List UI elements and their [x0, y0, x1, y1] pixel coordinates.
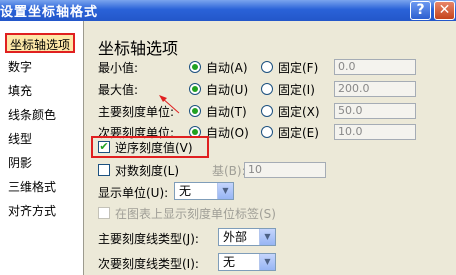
- base-value-input[interactable]: 10: [244, 162, 326, 178]
- sidebar-item-alignment[interactable]: 对齐方式: [8, 201, 56, 221]
- sidebar-item-axis-options[interactable]: 坐标轴选项: [5, 33, 76, 53]
- base-label: 基(B):: [212, 164, 246, 178]
- sidebar-item-number[interactable]: 数字: [8, 57, 32, 77]
- display-unit-select[interactable]: 无 ▼: [174, 182, 234, 200]
- chevron-down-icon: ▼: [217, 183, 233, 199]
- chevron-down-icon: ▼: [259, 254, 275, 270]
- log-scale-checkbox[interactable]: [98, 164, 110, 176]
- close-icon: ✕: [438, 2, 451, 18]
- title-bar: 设置坐标轴格式 ? ✕: [0, 0, 456, 21]
- minor-tick-select[interactable]: 无 ▼: [218, 253, 276, 271]
- major-tick-select[interactable]: 外部 ▼: [218, 228, 276, 246]
- sidebar-item-3d-format[interactable]: 三维格式: [8, 177, 56, 197]
- show-unit-label-checkbox[interactable]: [98, 207, 110, 219]
- reverse-order-checkbox[interactable]: ✔: [98, 141, 110, 153]
- sidebar-item-line-style[interactable]: 线型: [8, 129, 32, 149]
- axis-options-panel: 坐标轴选项 最小值: 自动(A) 固定(F) 0.0 最大值: 自动(U) 固定…: [84, 21, 456, 275]
- minor-tick-value: 无: [223, 255, 236, 269]
- display-unit-label: 显示单位(U):: [98, 186, 169, 200]
- category-sidebar: 坐标轴选项 数字 填充 线条颜色 线型 阴影 三维格式 对齐方式: [0, 21, 84, 275]
- window-title: 设置坐标轴格式: [0, 5, 99, 20]
- sidebar-item-fill[interactable]: 填充: [8, 81, 32, 101]
- sidebar-item-line-color[interactable]: 线条颜色: [8, 105, 56, 125]
- close-button[interactable]: ✕: [434, 1, 455, 20]
- help-button[interactable]: ?: [410, 1, 431, 20]
- sidebar-item-shadow[interactable]: 阴影: [8, 153, 32, 173]
- reverse-order-label: 逆序刻度值(V): [115, 141, 193, 155]
- log-scale-label: 对数刻度(L): [115, 164, 180, 178]
- chevron-down-icon: ▼: [259, 229, 275, 245]
- display-unit-value: 无: [179, 184, 192, 198]
- major-tick-value: 外部: [223, 230, 248, 244]
- show-unit-label-text: 在图表上显示刻度单位标签(S): [115, 207, 276, 221]
- minor-tick-label: 次要刻度线类型(I):: [98, 257, 199, 271]
- major-tick-label: 主要刻度线类型(J):: [98, 232, 199, 246]
